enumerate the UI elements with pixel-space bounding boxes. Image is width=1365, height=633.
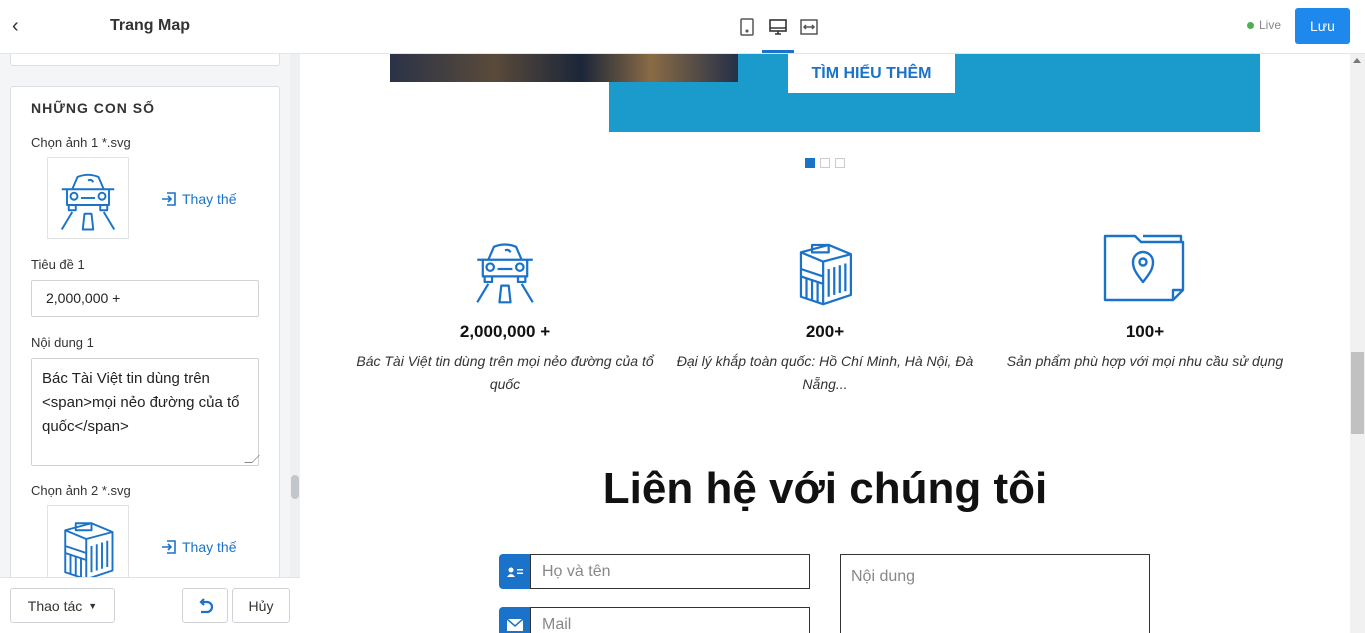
active-view-indicator — [762, 50, 794, 53]
mail-field[interactable]: Mail — [499, 607, 810, 633]
car-road-icon — [60, 173, 116, 231]
replace-image1-button[interactable]: Thay thế — [161, 191, 236, 207]
id-card-icon — [499, 554, 530, 589]
name-input[interactable]: Họ và tên — [530, 554, 810, 589]
learn-more-button[interactable]: TÌM HIỂU THÊM — [788, 54, 955, 93]
tablet-view-icon[interactable] — [736, 16, 758, 38]
panel-scroll-area: NHỮNG CON SỐ Chọn ảnh 1 *.svg Thay thế T… — [0, 54, 290, 577]
caret-down-icon: ▼ — [88, 600, 98, 611]
stat-item: 100+ Sản phẩm phù hợp với mọi nhu cầu sử… — [995, 232, 1295, 373]
contact-title: Liên hệ với chúng tôi — [602, 464, 1048, 513]
page-preview: TÌM HIỂU THÊM 2,000,000 + Bác Tài Việt t… — [300, 54, 1350, 633]
store-icon — [799, 243, 853, 306]
live-status: Live — [1247, 18, 1281, 32]
store-icon — [64, 522, 114, 577]
stat-number: 100+ — [1125, 322, 1165, 341]
scroll-up-icon[interactable] — [1353, 58, 1361, 63]
desktop-view-icon[interactable] — [767, 16, 789, 38]
undo-icon — [199, 597, 214, 613]
title1-input[interactable]: 2,000,000 + — [31, 280, 259, 317]
stats-section-card: NHỮNG CON SỐ Chọn ảnh 1 *.svg Thay thế T… — [10, 86, 280, 577]
fullwidth-view-icon[interactable] — [798, 16, 820, 38]
panel-scrollbar-thumb[interactable] — [291, 475, 299, 499]
stat-number: 200+ — [805, 322, 845, 341]
mail-icon — [499, 607, 530, 633]
image2-label: Chọn ảnh 2 *.svg — [31, 483, 131, 498]
replace-icon — [162, 192, 176, 206]
car-road-icon — [476, 243, 534, 304]
previous-section-card — [10, 54, 280, 66]
slider-dots — [805, 158, 845, 168]
banner-city-image — [390, 54, 738, 82]
stat-description: Đại lý khắp toàn quốc: Hồ Chí Minh, Hà N… — [676, 353, 974, 392]
stat-description: Bác Tài Việt tin dùng trên mọi nẻo đường… — [356, 353, 654, 392]
panel-header: ‹ Trang Map — [0, 0, 300, 54]
live-dot-icon — [1247, 21, 1254, 29]
name-field[interactable]: Họ và tên — [499, 554, 810, 589]
save-button[interactable]: Lưu — [1295, 8, 1350, 44]
slider-dot[interactable] — [835, 158, 845, 168]
stat-item: 200+ Đại lý khắp toàn quốc: Hồ Chí Minh,… — [675, 232, 975, 396]
preview-scrollbar[interactable] — [1350, 54, 1365, 633]
slider-dot[interactable] — [820, 158, 830, 168]
replace-label: Thay thế — [182, 539, 237, 555]
content1-text: Bác Tài Việt tin dùng trên <span>mọi nẻo… — [42, 370, 240, 435]
content1-label: Nội dung 1 — [31, 335, 94, 350]
undo-button[interactable] — [182, 588, 228, 623]
section-title: NHỮNG CON SỐ — [31, 100, 155, 116]
preview-scrollbar-thumb[interactable] — [1351, 352, 1364, 434]
stat-number: 2,000,000 + — [459, 322, 551, 341]
content1-textarea[interactable]: Bác Tài Việt tin dùng trên <span>mọi nẻo… — [31, 358, 260, 466]
cancel-button[interactable]: Hủy — [232, 588, 290, 623]
actions-dropdown[interactable]: Thao tác ▼ — [10, 588, 115, 623]
live-label: Live — [1259, 18, 1282, 32]
image1-thumbnail[interactable] — [47, 157, 129, 239]
mail-input[interactable]: Mail — [530, 607, 810, 633]
preview-toolbar: Live Lưu — [300, 0, 1365, 54]
stat-description: Sản phẩm phù hợp với mọi nhu cầu sử dụng — [1006, 353, 1284, 369]
replace-icon — [162, 540, 176, 554]
replace-image2-button[interactable]: Thay thế — [161, 539, 236, 555]
title1-label: Tiêu đề 1 — [31, 257, 85, 272]
stat-item: 2,000,000 + Bác Tài Việt tin dùng trên m… — [355, 232, 655, 396]
message-textarea[interactable]: Nội dung — [840, 554, 1150, 633]
folder-location-icon — [1103, 234, 1185, 302]
image2-thumbnail[interactable] — [47, 505, 129, 577]
resize-handle[interactable] — [244, 455, 260, 463]
actions-label: Thao tác — [27, 597, 83, 614]
panel-footer: Thao tác ▼ Hủy — [0, 577, 300, 633]
replace-label: Thay thế — [182, 191, 237, 207]
panel-scrollbar[interactable] — [290, 54, 300, 577]
panel-title: Trang Map — [109, 17, 190, 34]
image1-label: Chọn ảnh 1 *.svg — [31, 135, 131, 150]
slider-dot[interactable] — [805, 158, 815, 168]
settings-panel: ‹ Trang Map NHỮNG CON SỐ Chọn ảnh 1 *.sv… — [0, 0, 300, 633]
